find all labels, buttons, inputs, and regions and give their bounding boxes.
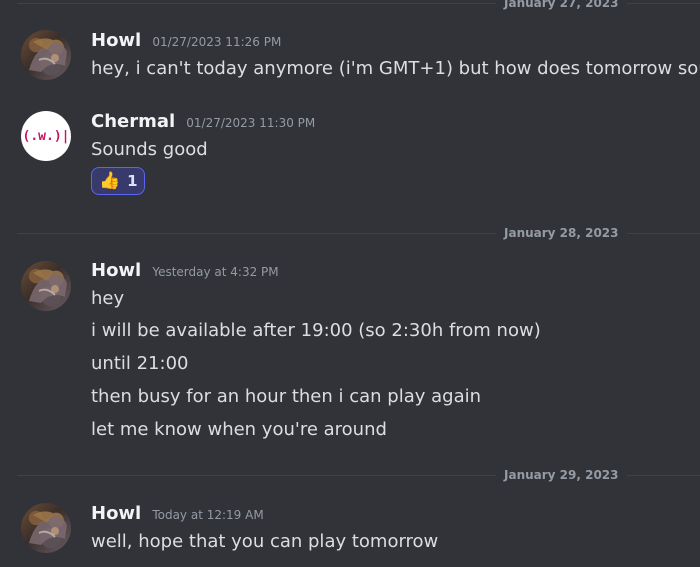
message-text: Sounds good bbox=[91, 139, 208, 160]
timestamp[interactable]: 01/27/2023 11:26 PM bbox=[152, 35, 281, 49]
timestamp[interactable]: Yesterday at 4:32 PM bbox=[152, 265, 278, 279]
divider-date: January 28, 2023 bbox=[496, 226, 627, 240]
timestamp[interactable]: Today at 12:19 AM bbox=[152, 508, 263, 522]
avatar[interactable] bbox=[21, 261, 71, 311]
thumbs-up-icon: 👍 bbox=[99, 171, 121, 191]
reaction-count: 1 bbox=[127, 172, 138, 190]
username[interactable]: Howl bbox=[91, 30, 141, 51]
howl-avatar-icon bbox=[29, 269, 67, 303]
avatar[interactable] bbox=[21, 30, 71, 80]
date-divider: January 28, 2023 bbox=[17, 224, 700, 244]
username[interactable]: Chermal bbox=[91, 111, 175, 132]
date-divider: January 27, 2023 bbox=[17, 0, 700, 14]
divider-date: January 27, 2023 bbox=[496, 0, 627, 10]
howl-avatar-icon bbox=[29, 38, 67, 72]
message-header: Chermal 01/27/2023 11:30 PM bbox=[91, 111, 315, 134]
date-divider: January 29, 2023 bbox=[17, 466, 700, 486]
avatar[interactable] bbox=[21, 503, 71, 553]
message-text: hey, i can't today anymore (i'm GMT+1) b… bbox=[91, 58, 700, 79]
reaction-button[interactable]: 👍 1 bbox=[91, 167, 145, 195]
message-text: let me know when you're around bbox=[91, 419, 387, 440]
username[interactable]: Howl bbox=[91, 503, 141, 524]
message-text: well, hope that you can play tomorrow bbox=[91, 531, 439, 552]
message-header: Howl 01/27/2023 11:26 PM bbox=[91, 30, 281, 53]
message-header: Howl Today at 12:19 AM bbox=[91, 503, 264, 526]
message-text: then busy for an hour then i can play ag… bbox=[91, 386, 482, 407]
message-header: Howl Yesterday at 4:32 PM bbox=[91, 260, 279, 283]
chat-message-list[interactable]: January 27, 2023 Howl 01/27/2023 11:26 P… bbox=[0, 0, 700, 567]
howl-avatar-icon bbox=[29, 511, 67, 545]
message-text: hey bbox=[91, 288, 125, 309]
avatar[interactable]: (.w.)| bbox=[21, 111, 71, 161]
message-text: until 21:00 bbox=[91, 353, 189, 374]
avatar-text: (.w.)| bbox=[22, 128, 70, 144]
timestamp[interactable]: 01/27/2023 11:30 PM bbox=[186, 116, 315, 130]
divider-date: January 29, 2023 bbox=[496, 468, 627, 482]
message-text: i will be available after 19:00 (so 2:30… bbox=[91, 320, 541, 341]
username[interactable]: Howl bbox=[91, 260, 141, 281]
